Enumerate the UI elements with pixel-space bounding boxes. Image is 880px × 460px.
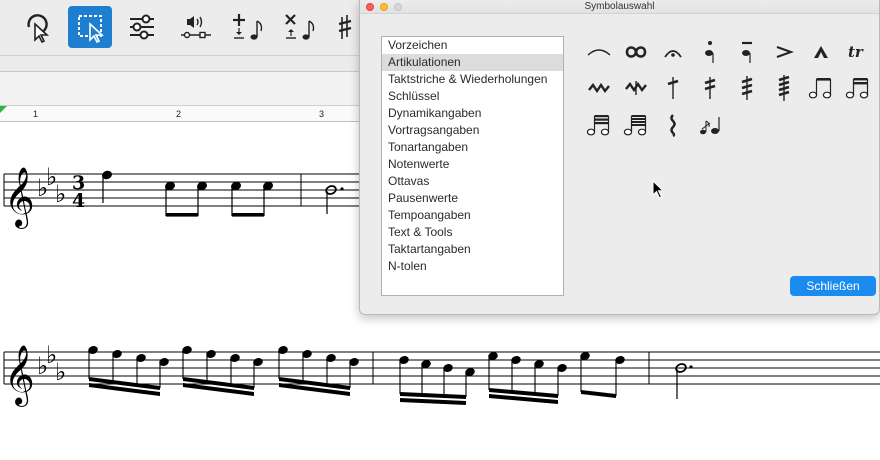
category-item[interactable]: N-tolen xyxy=(382,258,563,275)
lasso-select-tool[interactable] xyxy=(14,6,58,48)
grace-note-icon[interactable] xyxy=(695,110,725,140)
close-button[interactable]: Schließen xyxy=(790,276,876,296)
ruler-mark: 3 xyxy=(319,109,325,119)
symbol-picker-dialog: Symbolauswahl Vorzeichen Artikulationen Ta… xyxy=(359,0,880,315)
add-note-tool[interactable] xyxy=(226,6,270,48)
category-item[interactable]: Vorzeichen xyxy=(382,37,563,54)
sharp-icon xyxy=(338,15,352,39)
category-item[interactable]: Tonartangaben xyxy=(382,139,563,156)
notes-measure-1[interactable] xyxy=(101,170,273,217)
playhead-marker-icon[interactable] xyxy=(0,106,10,116)
rect-select-icon xyxy=(78,15,105,43)
staccato-icon[interactable] xyxy=(695,37,725,67)
dialog-titlebar[interactable]: Symbolauswahl xyxy=(360,0,879,14)
beam-16th-icon[interactable] xyxy=(843,73,873,103)
add-note-icon xyxy=(233,14,263,40)
turn-icon[interactable] xyxy=(621,37,651,67)
inverted-mordent-icon[interactable] xyxy=(621,73,651,103)
tremolo-3-icon[interactable] xyxy=(732,73,762,103)
notes-staff-2-group-2[interactable] xyxy=(182,345,264,396)
category-item[interactable]: Tempoangaben xyxy=(382,207,563,224)
sharp-tool[interactable] xyxy=(330,6,358,48)
notes-measure-2[interactable] xyxy=(325,185,344,214)
beam-32nd-icon[interactable] xyxy=(584,110,614,140)
tie-icon[interactable] xyxy=(584,37,614,67)
mixer-icon xyxy=(130,14,154,40)
dialog-title: Symbolauswahl xyxy=(584,1,655,12)
treble-clef-icon: 𝄞 xyxy=(4,167,35,229)
notes-staff-2-group-3[interactable] xyxy=(278,345,360,396)
category-item[interactable]: Vortragsangaben xyxy=(382,122,563,139)
playback-icon xyxy=(181,16,211,39)
arpeggio-icon[interactable] xyxy=(658,110,688,140)
mordent-icon[interactable] xyxy=(584,73,614,103)
lasso-select-icon xyxy=(27,14,50,43)
notes-staff-2-group-4[interactable] xyxy=(399,355,476,405)
accent-icon[interactable] xyxy=(769,37,799,67)
category-item[interactable]: Ottavas xyxy=(382,173,563,190)
playback-tool[interactable] xyxy=(174,6,218,48)
key-signature: ♭ ♭ ♭ xyxy=(37,163,66,208)
rect-select-tool[interactable] xyxy=(68,6,112,48)
mouse-pointer-icon xyxy=(652,180,665,199)
delete-note-tool[interactable] xyxy=(278,6,322,48)
mixer-tool[interactable] xyxy=(120,6,164,48)
app-window: 1 2 3 𝄞 ♭ ♭ ♭ 3 4 𝄞 ♭ ♭ ♭ Symbolauswahl … xyxy=(0,0,880,460)
svg-text:♭: ♭ xyxy=(55,358,66,386)
tremolo-1-icon[interactable] xyxy=(658,73,688,103)
delete-note-icon xyxy=(285,14,315,40)
ruler-mark: 1 xyxy=(33,109,39,119)
fermata-icon[interactable] xyxy=(658,37,688,67)
staff-2 xyxy=(3,351,880,385)
category-item[interactable]: Artikulationen xyxy=(382,54,563,71)
category-item[interactable]: Taktstriche & Wiederholungen xyxy=(382,71,563,88)
svg-text:tr: tr xyxy=(848,43,864,61)
marcato-icon[interactable] xyxy=(806,37,836,67)
notes-staff-2-group-5[interactable] xyxy=(488,351,568,404)
category-item[interactable]: Schlüssel xyxy=(382,88,563,105)
svg-text:♭: ♭ xyxy=(55,180,66,208)
tenuto-icon[interactable] xyxy=(732,37,762,67)
category-list[interactable]: Vorzeichen Artikulationen Taktstriche & Wi… xyxy=(381,36,564,296)
time-signature: 3 4 xyxy=(72,172,85,212)
beam-64th-icon[interactable] xyxy=(621,110,651,140)
key-signature: ♭ ♭ ♭ xyxy=(37,341,66,386)
tremolo-4-icon[interactable] xyxy=(769,73,799,103)
category-item[interactable]: Taktartangaben xyxy=(382,241,563,258)
svg-text:4: 4 xyxy=(72,190,85,212)
tremolo-2-icon[interactable] xyxy=(695,73,725,103)
category-item[interactable]: Dynamikangaben xyxy=(382,105,563,122)
category-item[interactable]: Pausenwerte xyxy=(382,190,563,207)
beam-8th-icon[interactable] xyxy=(806,73,836,103)
notes-staff-2-group-6[interactable] xyxy=(580,351,626,398)
category-item[interactable]: Notenwerte xyxy=(382,156,563,173)
trill-icon[interactable]: tr xyxy=(843,37,873,67)
notes-staff-2-group-1[interactable] xyxy=(88,345,170,396)
ruler-mark: 2 xyxy=(176,109,182,119)
category-item[interactable]: Text & Tools xyxy=(382,224,563,241)
treble-clef-icon: 𝄞 xyxy=(4,345,35,407)
